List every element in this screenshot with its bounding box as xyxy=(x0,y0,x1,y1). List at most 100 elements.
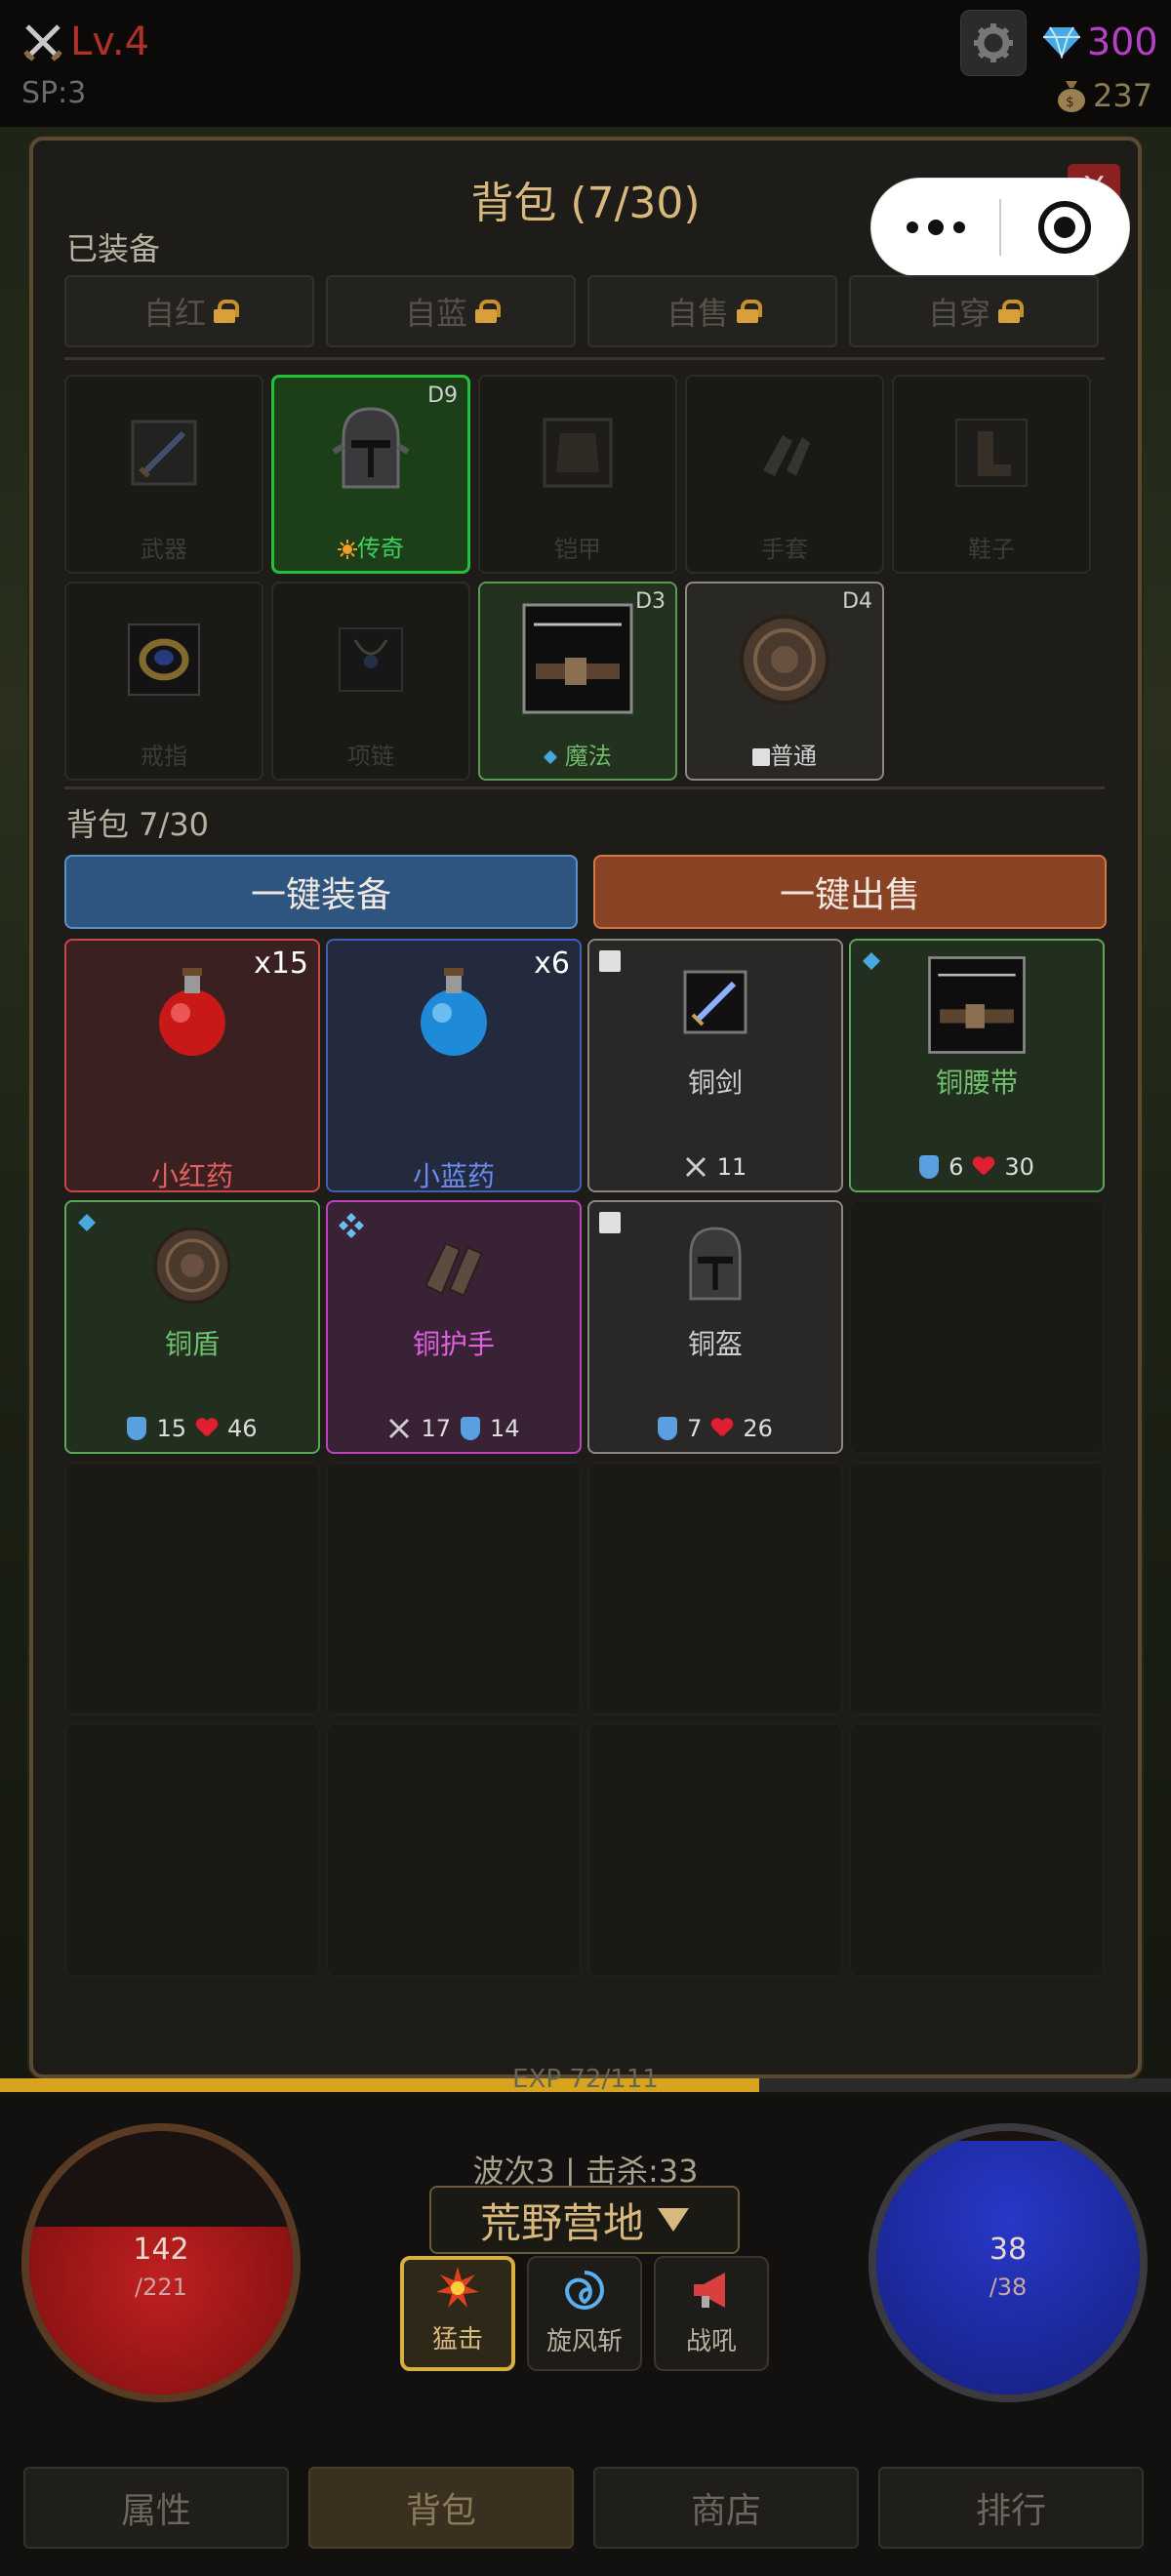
nav-attributes[interactable]: 属性 xyxy=(23,2467,289,2549)
bag-item[interactable]: 铜剑 11 xyxy=(587,939,843,1192)
bag-item[interactable]: 铜盾 15 46 xyxy=(64,1200,320,1454)
nav-bag[interactable]: 背包 xyxy=(308,2467,574,2549)
dropdown-triangle-icon xyxy=(658,2208,689,2232)
gem-value: 300 xyxy=(1087,20,1158,63)
slot-label: 戒指 xyxy=(141,743,187,770)
boots-icon xyxy=(955,419,1028,487)
item-name: 小红药 xyxy=(150,1160,233,1192)
empty-bag-slot xyxy=(326,1462,582,1715)
skill-warcry[interactable]: 战吼 xyxy=(654,2256,769,2371)
lock-icon xyxy=(737,300,762,323)
ring-slot[interactable]: 戒指 xyxy=(64,582,263,781)
diamond-icon xyxy=(1043,26,1080,59)
heart-icon xyxy=(973,1157,994,1177)
sell-all-button[interactable]: 一键出售 xyxy=(593,855,1107,929)
skill-label: 旋风斩 xyxy=(545,2327,623,2356)
normal-square-icon xyxy=(599,950,621,972)
defense-value: 15 xyxy=(156,1415,186,1442)
gear-icon xyxy=(974,23,1013,62)
item-name: 铜盾 xyxy=(164,1328,220,1360)
auto-red-label: 自红 xyxy=(142,295,206,332)
crossed-swords-icon xyxy=(389,1418,410,1439)
settings-button[interactable] xyxy=(960,10,1027,76)
shield-icon xyxy=(919,1155,940,1179)
map-selector[interactable]: 荒野营地 xyxy=(429,2186,740,2254)
empty-bag-slot xyxy=(849,1200,1105,1454)
more-dot-icon xyxy=(906,221,918,233)
auto-sell-toggle[interactable]: 自售 xyxy=(587,275,837,347)
crossed-swords-icon xyxy=(685,1156,706,1178)
item-level: D4 xyxy=(842,589,872,614)
heart-icon xyxy=(196,1419,218,1438)
slot-label: 项链 xyxy=(347,743,394,770)
belt-icon xyxy=(928,956,1026,1054)
gauntlets-icon xyxy=(424,1242,484,1298)
empty-bag-slot xyxy=(849,1462,1105,1715)
svg-text:$: $ xyxy=(1066,95,1074,110)
defense-value: 14 xyxy=(490,1415,520,1442)
more-menu-button[interactable] xyxy=(871,179,999,276)
normal-square-icon xyxy=(599,1212,621,1233)
necklace-slot[interactable]: 项链 xyxy=(271,582,470,781)
defense-value: 6 xyxy=(949,1153,964,1181)
skill-bash[interactable]: 猛击 xyxy=(400,2256,515,2371)
level-display: Lv.4 xyxy=(21,18,149,66)
boots-slot[interactable]: 鞋子 xyxy=(892,375,1091,574)
equip-all-button[interactable]: 一键装备 xyxy=(64,855,578,929)
gold-value: 237 xyxy=(1093,77,1153,114)
lock-icon xyxy=(214,300,239,323)
empty-bag-slot xyxy=(64,1462,320,1715)
belt-icon xyxy=(522,603,633,714)
skill-whirlwind[interactable]: 旋风斩 xyxy=(527,2256,642,2371)
magic-diamond-icon xyxy=(544,750,558,764)
bag-item[interactable]: 铜盔 7 26 xyxy=(587,1200,843,1454)
money-bag-icon: $ xyxy=(1058,81,1085,112)
bag-item[interactable]: 铜腰带 6 30 xyxy=(849,939,1105,1192)
bag-item[interactable]: x6 小蓝药 xyxy=(326,939,582,1192)
gem-count: 300 xyxy=(1042,18,1158,66)
normal-square-icon xyxy=(752,748,770,766)
auto-wear-label: 自穿 xyxy=(927,295,990,332)
helmet-slot[interactable]: D9 传奇 xyxy=(271,375,470,574)
item-stats: 15 46 xyxy=(66,1415,318,1442)
skill-label: 猛击 xyxy=(431,2325,483,2355)
divider xyxy=(64,357,1105,360)
item-level: D3 xyxy=(635,589,666,614)
item-qty: x6 xyxy=(534,946,570,981)
slot-label: 武器 xyxy=(141,536,187,563)
attack-value: 11 xyxy=(716,1153,747,1181)
sun-icon xyxy=(338,540,357,559)
skill-points: SP:3 xyxy=(21,76,87,110)
shield-icon xyxy=(461,1417,480,1440)
nav-shop[interactable]: 商店 xyxy=(593,2467,859,2549)
slot-label: 鞋子 xyxy=(968,536,1015,563)
auto-wear-toggle[interactable]: 自穿 xyxy=(849,275,1099,347)
slot-label: 铠甲 xyxy=(554,536,601,563)
item-name: 小蓝药 xyxy=(412,1160,495,1192)
bag-item[interactable]: x15 小红药 xyxy=(64,939,320,1192)
exit-miniprogram-button[interactable] xyxy=(1001,179,1129,276)
belt-slot[interactable]: D3 魔法 xyxy=(478,582,677,781)
nav-ranking[interactable]: 排行 xyxy=(878,2467,1144,2549)
gloves-slot[interactable]: 手套 xyxy=(685,375,884,574)
hp-max: /221 xyxy=(135,2274,187,2301)
gloves-icon xyxy=(763,435,810,476)
item-name: 铜护手 xyxy=(412,1328,495,1360)
auto-blue-label: 自蓝 xyxy=(404,295,467,332)
sword-icon xyxy=(131,420,197,486)
ring-icon xyxy=(128,624,200,696)
more-dot-icon xyxy=(927,220,944,235)
auto-blue-toggle[interactable]: 自蓝 xyxy=(326,275,576,347)
auto-red-toggle[interactable]: 自红 xyxy=(64,275,314,347)
shield-slot[interactable]: D4 普通 xyxy=(685,582,884,781)
armor-slot[interactable]: 铠甲 xyxy=(478,375,677,574)
level-text: Lv.4 xyxy=(70,20,150,64)
bag-item[interactable]: 铜护手 17 14 xyxy=(326,1200,582,1454)
hp-value: 46 xyxy=(227,1415,258,1442)
item-name: 铜盔 xyxy=(687,1328,743,1360)
hp-value: 30 xyxy=(1004,1153,1034,1181)
armor-icon xyxy=(543,418,613,488)
rarity-magic-label: 魔法 xyxy=(564,743,612,770)
equipped-label: 已装备 xyxy=(66,230,161,267)
weapon-slot[interactable]: 武器 xyxy=(64,375,263,574)
